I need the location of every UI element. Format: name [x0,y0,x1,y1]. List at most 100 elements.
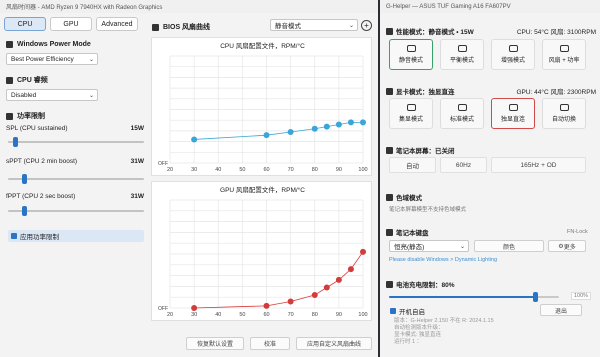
screen-60hz-button[interactable]: 60Hz [440,157,487,173]
x-tick-label: 30 [191,167,197,173]
sppt-label: sPPT (CPU 2 min boost) [6,158,78,165]
keyboard-mode-dropdown[interactable]: 恒亮(静态) ⌄ [389,240,469,252]
sppt-slider[interactable] [8,174,144,184]
autostart-checkbox[interactable]: 开机自启 [387,305,428,317]
screen-auto-button[interactable]: 自动 [389,157,436,173]
x-tick-label: 50 [239,312,245,318]
data-point [191,136,198,143]
fppt-slider-thumb[interactable] [22,206,28,216]
mode-silent-button[interactable]: 静音模式 [389,39,433,70]
window-title: G-Helper — ASUS TUF Gaming A16 FA607PV [380,0,600,13]
fan-power-button[interactable]: 风扇 + 功率 [542,39,586,70]
data-point [263,302,270,309]
ultimate-icon [508,104,518,111]
x-tick-label: 100 [358,167,367,173]
battery-limit-heading: 电池充电限制：80% [386,279,455,289]
data-point [323,123,330,130]
fppt-value: 31W [130,193,144,200]
data-point [360,119,366,126]
battery-limit-thumb[interactable] [533,292,539,302]
tab-cpu[interactable]: CPU [4,17,46,31]
screen-165hz-button[interactable]: 165Hz + OD [491,157,586,173]
reset-defaults-button[interactable]: 恢复默认设置 [186,337,244,350]
mode-balanced-button[interactable]: 平衡模式 [440,39,484,70]
chevron-down-icon: ⌄ [88,57,94,63]
mode-turbo-button[interactable]: 增强模式 [491,39,535,70]
sppt-slider-thumb[interactable] [22,174,28,184]
fan-profile-dropdown[interactable]: 静音模式 ⌄ [270,19,358,31]
version-line-2: 自动检测版本升级： [394,325,444,331]
data-point [335,121,342,128]
gpu-mode-heading: 显卡模式：独显直连 [386,86,455,96]
tab-bar: CPU GPU Advanced [4,17,138,31]
keyboard-more-button[interactable]: ⚙ 更多 [548,240,586,252]
tab-gpu[interactable]: GPU [50,17,92,31]
apply-power-limit-checkbox[interactable]: 应用功率限制 [8,230,144,242]
eco-icon [406,104,416,111]
balanced-mode-icon [457,45,467,52]
x-tick-label: 60 [263,167,269,173]
perf-mode-heading: 性能模式：静音模式 • 15W [386,26,474,36]
silent-mode-icon [406,45,416,52]
fan-icon [152,23,159,31]
dynamic-lighting-link[interactable]: Please disable Windows > Dynamic Lightin… [389,257,497,263]
gpu-optimized-button[interactable]: 自动切换 [542,98,586,129]
gpu-ultimate-button[interactable]: 独显直连 [491,98,535,129]
x-tick-label: 60 [263,312,269,318]
keyboard-heading: 笔记本键盘 [386,227,429,237]
spl-slider-thumb[interactable] [12,137,18,147]
chevron-down-icon: ⌄ [459,244,465,250]
data-point [287,128,294,135]
chevron-down-icon: ⌄ [88,93,94,99]
window-title: 风扇时间器 - AMD Ryzen 9 7940HX with Radeon G… [0,0,378,13]
data-point [347,266,354,273]
apply-custom-curve-button[interactable]: 应用自定义风扇曲线 [296,337,372,350]
battery-limit-slider[interactable] [389,292,559,302]
x-tick-label: 40 [215,167,221,173]
cpu-icon [6,76,13,84]
y-tick-label-off: OFF [158,161,168,167]
screen-heading: 笔记本屏幕：已关闭 [386,145,455,155]
battery-icon [386,280,393,288]
spl-slider[interactable] [8,137,144,147]
x-tick-label: 90 [336,312,342,318]
standard-icon [457,104,467,111]
tab-advanced[interactable]: Advanced [96,17,138,31]
gpu-fan-chart: GPU 风扇配置文件，RPM/°C 20 30 40 50 60 70 80 90 100 OFF [158,185,368,318]
gpu-standard-button[interactable]: 标准模式 [440,98,484,129]
x-tick-label: 30 [191,312,197,318]
version-line-3: 显卡模式: 独显直连 [394,332,442,338]
add-profile-icon[interactable]: + [361,20,372,31]
y-tick-label-off: OFF [158,306,168,312]
gauge-icon [386,27,393,35]
power-mode-dropdown[interactable]: Best Power Efficiency ⌄ [6,53,98,65]
quit-button[interactable]: 退出 [540,304,582,316]
chart-title: CPU 风扇配置文件，RPM/°C [220,41,305,50]
data-point [311,125,318,132]
power-limits-heading: 功率限制 [6,111,45,121]
x-tick-label: 90 [336,167,342,173]
keyboard-color-button[interactable]: 颜色 [474,240,544,252]
auto-switch-icon [559,104,569,111]
cpu-status: CPU: 54°C 风扇: 3100RPM [516,29,596,36]
fppt-slider[interactable] [8,206,144,216]
gpu-icon [386,87,393,95]
gpu-eco-button[interactable]: 集显模式 [389,98,433,129]
turbo-mode-icon [508,45,518,52]
calibrate-button[interactable]: 校准 [250,337,290,350]
windows-icon [6,41,13,48]
fn-lock-label[interactable]: FN-Lock [567,229,588,235]
x-tick-label: 20 [167,167,173,173]
x-tick-label: 70 [288,312,294,318]
color-mode-note: 笔记本屏幕模型不支持色域模式 [389,207,467,213]
sppt-value: 31W [130,158,144,165]
cpu-boost-dropdown[interactable]: Disabled ⌄ [6,89,98,101]
chart-title: GPU 风扇配置文件，RPM/°C [220,185,305,194]
x-tick-label: 80 [312,167,318,173]
data-point [287,298,294,305]
version-line-4: 运行时 1 ： [394,339,423,345]
chevron-down-icon: ⌄ [348,23,354,29]
data-point [347,119,354,126]
laptop-screen-icon [386,146,393,154]
x-tick-label: 20 [167,312,173,318]
